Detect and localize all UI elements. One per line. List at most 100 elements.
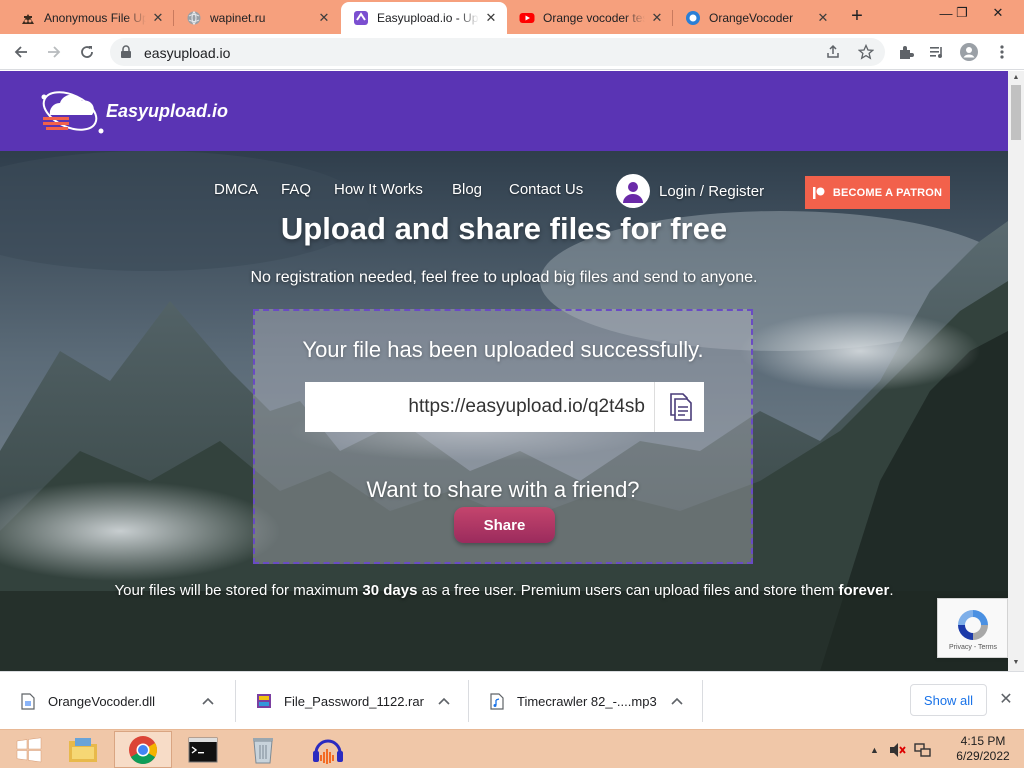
audacity-app[interactable] xyxy=(299,731,357,768)
tab-orangevocoder[interactable]: OrangeVocoder ✕ xyxy=(673,2,839,34)
orange-icon xyxy=(685,10,701,26)
taskbar-clock[interactable]: 4:15 PM 6/29/2022 xyxy=(948,734,1018,764)
command-prompt-app[interactable] xyxy=(174,731,232,768)
reload-button[interactable] xyxy=(74,39,100,65)
restore-button[interactable]: ❐ xyxy=(944,0,980,26)
extensions-icon[interactable] xyxy=(897,43,915,61)
file-explorer-icon xyxy=(69,737,97,762)
network-icon[interactable] xyxy=(913,742,931,758)
close-tab-icon[interactable]: ✕ xyxy=(649,10,665,26)
upload-success-message: Your file has been uploaded successfully… xyxy=(302,337,704,362)
nav-dmca[interactable]: DMCA xyxy=(214,181,258,198)
close-tab-icon[interactable]: ✕ xyxy=(483,10,499,26)
chevron-up-icon[interactable] xyxy=(434,697,454,705)
download-filename: File_Password_1122.rar xyxy=(284,693,424,709)
anon-icon xyxy=(20,10,36,26)
nav-contact-us[interactable]: Contact Us xyxy=(509,181,583,198)
new-tab-button[interactable]: + xyxy=(846,6,868,28)
system-tray: ▲ xyxy=(870,730,931,768)
profile-icon[interactable] xyxy=(960,43,978,61)
close-tab-icon[interactable]: ✕ xyxy=(815,10,831,26)
tab-strip: Anonymous File Upload ✕ wapinet.ru ✕ Eas… xyxy=(0,0,1024,34)
audio-file-icon xyxy=(489,692,505,710)
downloads-bar: OrangeVocoder.dll File_Password_1122.rar… xyxy=(0,671,1024,729)
clock-time: 4:15 PM xyxy=(960,734,1006,748)
easyupload-logo-icon[interactable] xyxy=(38,81,108,141)
file-explorer-app[interactable] xyxy=(54,731,112,768)
recycle-app[interactable] xyxy=(234,731,292,768)
menu-kebab-icon[interactable] xyxy=(993,43,1011,61)
tab-orange-vocoder-test[interactable]: Orange vocoder test ✕ xyxy=(507,2,673,34)
download-item[interactable]: OrangeVocoder.dll xyxy=(0,678,236,724)
lock-icon xyxy=(121,45,131,58)
become-patron-button[interactable]: BECOME A PATRON xyxy=(805,176,950,209)
globe-icon xyxy=(186,10,202,26)
file-icon xyxy=(20,692,36,710)
logo-text[interactable]: Easyupload.io xyxy=(106,101,228,122)
user-avatar-icon xyxy=(616,174,650,208)
page-scrollbar[interactable]: ▲ ▼ xyxy=(1008,71,1024,671)
chevron-up-icon[interactable] xyxy=(198,697,218,705)
browser-toolbar: easyupload.io xyxy=(0,34,1024,70)
close-window-button[interactable]: ✕ xyxy=(980,0,1016,26)
show-all-downloads-button[interactable]: Show all xyxy=(910,684,987,716)
tab-title: Anonymous File Upload xyxy=(44,11,146,25)
chevron-up-icon[interactable] xyxy=(667,697,687,705)
notice-text: Your files will be stored for maximum xyxy=(114,582,363,599)
download-filename: OrangeVocoder.dll xyxy=(48,693,155,709)
tab-title: Orange vocoder test xyxy=(543,11,645,25)
tab-anonymous-file-upload[interactable]: Anonymous File Upload ✕ xyxy=(8,2,174,34)
login-register-link[interactable]: Login / Register xyxy=(616,174,764,208)
patreon-icon xyxy=(812,186,825,199)
tab-wapinet[interactable]: wapinet.ru ✕ xyxy=(174,2,340,34)
easyupload-icon xyxy=(353,10,369,26)
windows-taskbar: ▲ 4:15 PM 6/29/2022 xyxy=(0,729,1024,768)
tab-title: Easyupload.io - Upload xyxy=(377,11,479,25)
start-button[interactable] xyxy=(0,731,58,768)
share-page-icon[interactable] xyxy=(825,44,841,60)
recaptcha-badge[interactable]: Privacy - Terms xyxy=(937,598,1008,658)
download-item[interactable]: File_Password_1122.rar xyxy=(236,678,469,724)
address-bar[interactable]: easyupload.io xyxy=(110,38,885,66)
copy-link-button[interactable] xyxy=(654,382,704,432)
share-prompt: Want to share with a friend? xyxy=(366,477,640,502)
volume-muted-icon[interactable] xyxy=(889,742,907,758)
bookmark-star-icon[interactable] xyxy=(858,44,874,60)
close-tab-icon[interactable]: ✕ xyxy=(150,10,166,26)
reload-icon xyxy=(81,46,93,58)
share-link-field[interactable] xyxy=(305,382,655,432)
notice-text: as a free user. Premium users can upload… xyxy=(417,582,839,599)
close-tab-icon[interactable]: ✕ xyxy=(316,10,332,26)
recaptcha-links[interactable]: Privacy - Terms xyxy=(938,644,1008,651)
scroll-down-icon[interactable]: ▼ xyxy=(1008,657,1024,669)
nav-blog[interactable]: Blog xyxy=(452,181,482,198)
nav-how-it-works[interactable]: How It Works xyxy=(334,181,423,198)
share-button[interactable]: Share xyxy=(454,507,555,543)
patron-label: BECOME A PATRON xyxy=(832,186,943,199)
copy-icon xyxy=(669,393,692,421)
download-filename: Timecrawler 82_-....mp3 xyxy=(517,693,657,709)
download-item[interactable]: Timecrawler 82_-....mp3 xyxy=(469,678,703,724)
command-prompt-icon xyxy=(188,737,218,762)
notice-days: 30 days xyxy=(362,582,418,599)
scroll-up-icon[interactable]: ▲ xyxy=(1008,72,1024,84)
scrollbar-thumb[interactable] xyxy=(1011,85,1021,140)
media-control-icon[interactable] xyxy=(928,43,946,61)
back-button[interactable] xyxy=(8,39,34,65)
tab-easyupload[interactable]: Easyupload.io - Upload ✕ xyxy=(341,2,507,34)
chrome-app[interactable] xyxy=(114,731,172,768)
forward-arrow-icon xyxy=(48,46,61,58)
nav-faq[interactable]: FAQ xyxy=(281,181,311,198)
page-viewport: Easyupload.io DMCA FAQ How It Works Blog… xyxy=(0,71,1008,671)
login-register-label: Login / Register xyxy=(659,182,765,200)
notice-text: . xyxy=(889,582,894,599)
tab-title: wapinet.ru xyxy=(210,11,266,25)
audacity-icon xyxy=(313,739,343,764)
archive-icon xyxy=(256,692,272,710)
upload-result-panel: Your file has been uploaded successfully… xyxy=(253,309,753,564)
close-downloads-bar-icon[interactable]: ✕ xyxy=(997,690,1015,708)
windows-logo-icon xyxy=(16,737,42,762)
tray-overflow-icon[interactable]: ▲ xyxy=(870,745,879,755)
address-text: easyupload.io xyxy=(144,45,231,61)
forward-button[interactable] xyxy=(41,39,67,65)
